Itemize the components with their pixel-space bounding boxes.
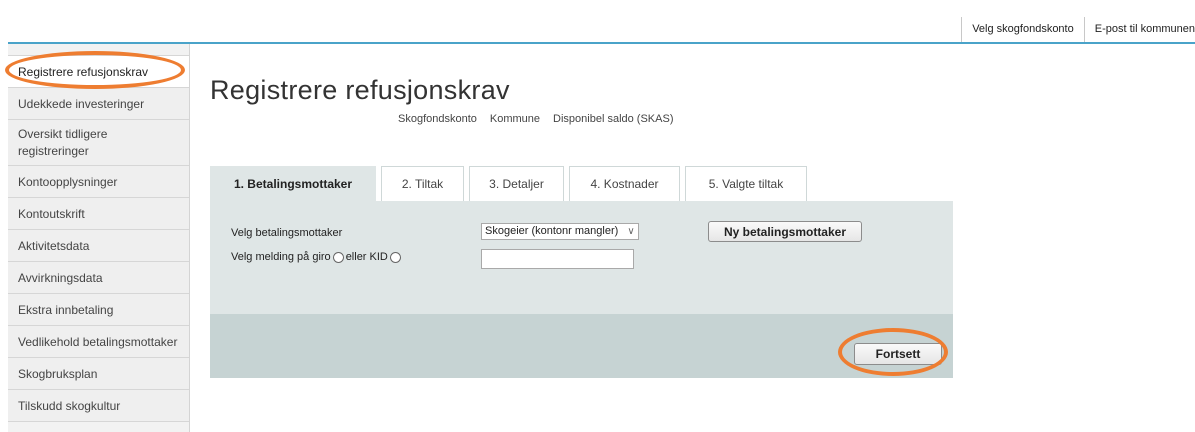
giro-message-radio[interactable] [332, 251, 344, 263]
step-tabs: 1. Betalingsmottaker 2. Tiltak 3. Detalj… [210, 166, 812, 201]
form-panel: Velg betalingsmottaker Skogeier (kontonr… [210, 201, 953, 314]
sidebar-item-account-statement[interactable]: Kontoutskrift [8, 198, 189, 230]
tab-costs[interactable]: 4. Kostnader [569, 166, 680, 201]
sidebar-item-register-refund[interactable]: Registrere refusjonskrav [8, 56, 189, 88]
sidebar-item-uncovered-investments[interactable]: Udekkede investeringer [8, 88, 189, 120]
meta-municipality: Kommune [489, 113, 541, 125]
sidebar-item-extra-payment[interactable]: Ekstra innbetaling [8, 294, 189, 326]
meta-forest-account: Skogfondskonto [398, 113, 477, 125]
recipient-select-value: Skogeier (kontonr mangler) [485, 225, 619, 237]
or-kid-label: eller KID [345, 251, 388, 263]
topnav-choose-account-link[interactable]: Velg skogfondskonto [961, 17, 1084, 42]
sidebar-item-forest-plan[interactable]: Skogbruksplan [8, 358, 189, 390]
chevron-down-icon: ∨ [627, 226, 635, 237]
top-nav: Velg skogfondskonto E-post til kommunen [961, 17, 1195, 42]
new-recipient-button[interactable]: Ny betalingsmottaker [708, 221, 862, 242]
topnav-email-municipality-link[interactable]: E-post til kommunen [1083, 17, 1195, 42]
form-footer: Fortsett [210, 314, 953, 378]
account-meta: Skogfondskonto Kommune Disponibel saldo … [398, 113, 673, 125]
tab-measures[interactable]: 2. Tiltak [381, 166, 464, 201]
meta-available-balance: Disponibel saldo (SKAS) [553, 113, 674, 125]
tab-details[interactable]: 3. Detaljer [469, 166, 564, 201]
top-bar: Velg skogfondskonto E-post til kommunen [8, 17, 1195, 44]
sidebar-item-activity-data[interactable]: Aktivitetsdata [8, 230, 189, 262]
tab-payment-recipient[interactable]: 1. Betalingsmottaker [210, 166, 376, 201]
sidebar-item-account-info[interactable]: Kontoopplysninger [8, 166, 189, 198]
page-title: Registrere refusjonskrav [210, 75, 510, 105]
sidebar-item-felling-data[interactable]: Avvirkningsdata [8, 262, 189, 294]
message-choice-row: Velg melding på giro eller KID [231, 251, 401, 263]
tab-selected-measures[interactable]: 5. Valgte tiltak [685, 166, 807, 201]
recipient-label: Velg betalingsmottaker [231, 227, 343, 239]
sidebar-item-maintain-recipient[interactable]: Vedlikehold betalingsmottaker [8, 326, 189, 358]
sidebar: Registrere refusjonskrav Udekkede invest… [8, 44, 190, 432]
sidebar-item-forest-grant[interactable]: Tilskudd skogkultur [8, 390, 189, 422]
message-input[interactable] [481, 249, 634, 269]
sidebar-item-previous-registrations[interactable]: Oversikt tidligere registreringer [8, 120, 189, 166]
message-label: Velg melding på giro [231, 251, 331, 263]
recipient-select[interactable]: Skogeier (kontonr mangler) ∨ [481, 223, 639, 240]
kid-radio[interactable] [389, 251, 401, 263]
sidebar-top-spacer [8, 44, 189, 56]
continue-button[interactable]: Fortsett [854, 343, 942, 365]
